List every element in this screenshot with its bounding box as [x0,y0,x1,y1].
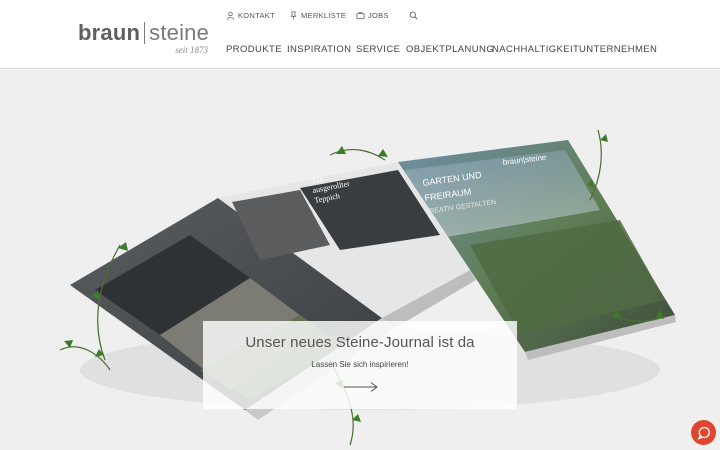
nav-item-inspiration[interactable]: INSPIRATION [287,44,351,55]
nav-item-unternehmen[interactable]: UNTERNEHMEN [579,44,657,55]
user-icon [226,11,235,20]
logo[interactable]: braun steine seit 1873 [78,20,210,58]
briefcase-icon [356,12,365,20]
nav-item-nachhaltigkeit[interactable]: NACHHALTIGKEIT [492,44,579,55]
chat-bubble-icon [697,426,710,440]
arrow-right-icon[interactable] [343,381,379,393]
watchlist-link[interactable]: MERKLISTE [289,11,346,20]
search-icon [409,11,418,20]
page: braun steine seit 1873 KONTAKT MERKLISTE … [0,0,720,450]
teaser-title: Unser neues Steine-Journal ist da [245,334,475,351]
site-header: braun steine seit 1873 KONTAKT MERKLISTE … [0,0,720,69]
logo-wordmark: braun steine [78,20,210,45]
pin-icon [290,11,297,20]
search-button[interactable] [409,11,418,20]
nav-item-objektplanung[interactable]: OBJEKTPLANUNG [406,44,494,55]
contact-link[interactable]: KONTAKT [226,11,275,20]
teaser-subtitle: Lassen Sie sich inspirieren! [311,360,409,369]
utility-links: KONTAKT MERKLISTE JOBS [226,11,426,23]
teaser-box[interactable]: Unser neues Steine-Journal ist da Lassen… [203,321,517,409]
logo-tagline: seit 1873 [175,45,208,55]
hero-banner[interactable]: braun|steine GARTEN UND FREIRAUM KREATIV… [0,70,720,450]
jobs-link[interactable]: JOBS [356,11,389,20]
chat-button[interactable] [691,420,716,445]
nav-item-produkte[interactable]: PRODUKTE [226,44,282,55]
nav-item-service[interactable]: SERVICE [356,44,400,55]
